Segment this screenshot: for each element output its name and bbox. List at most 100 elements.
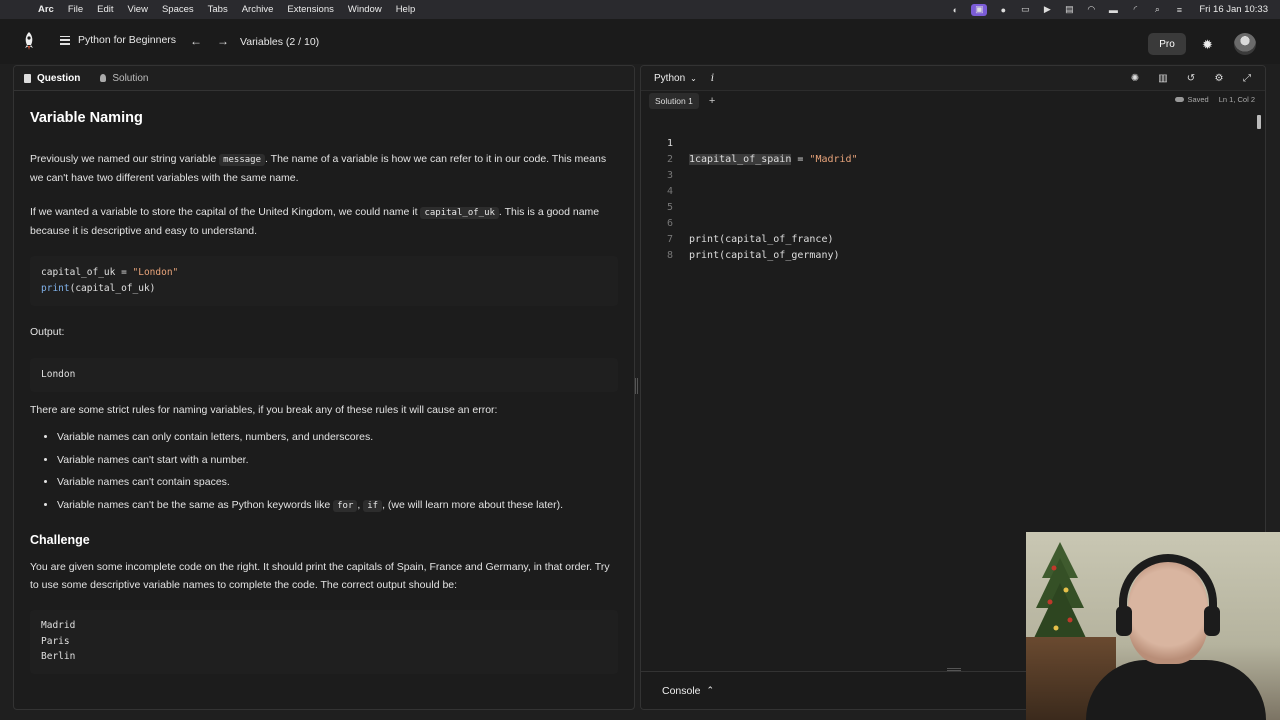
- rules-intro: There are some strict rules for naming v…: [30, 404, 498, 416]
- course-menu-button[interactable]: Python for Beginners: [60, 34, 176, 46]
- cursor-position: Ln 1, Col 2: [1218, 95, 1255, 104]
- list-item: Variable names can't start with a number…: [57, 449, 618, 472]
- lesson-panel: Question Solution Variable Naming Previo…: [13, 65, 635, 710]
- editor-tools: ✺ ▥ ↺ ⚙ ⤢: [1129, 72, 1253, 84]
- headphones-icon[interactable]: ◠: [1085, 4, 1097, 16]
- code-line: 4: [666, 186, 673, 197]
- debug-bug-icon[interactable]: ✺: [1129, 72, 1141, 84]
- lesson-heading: Variable Naming: [30, 110, 143, 126]
- list-item: Variable names can't contain spaces.: [57, 471, 618, 494]
- code-line-text[interactable]: 1capital_of_spain = "Madrid": [689, 152, 858, 168]
- document-icon: [24, 73, 31, 83]
- lesson-tabs: Question Solution: [14, 66, 634, 91]
- inline-code-if: if: [363, 499, 383, 512]
- menu-help[interactable]: Help: [396, 4, 416, 15]
- screen-record-icon[interactable]: ▣: [971, 3, 988, 16]
- tab-solution[interactable]: Solution: [100, 73, 148, 84]
- language-label: Python: [654, 72, 686, 84]
- cloud-icon: [1175, 97, 1185, 102]
- camera-icon[interactable]: ▭: [1019, 4, 1031, 16]
- headset-earcup-image: [1116, 606, 1132, 636]
- headset-image: [1119, 554, 1217, 634]
- chevron-down-icon: ⌄: [690, 73, 697, 83]
- pro-badge[interactable]: Pro: [1148, 33, 1186, 55]
- challenge-text: You are given some incomplete code on th…: [30, 561, 610, 591]
- webcam-overlay: [1026, 532, 1280, 720]
- trash-icon[interactable]: ▥: [1157, 72, 1169, 84]
- reset-icon[interactable]: ↺: [1185, 72, 1197, 84]
- menu-tabs[interactable]: Tabs: [208, 4, 228, 15]
- paragraph-example: If we wanted a variable to store the cap…: [30, 206, 600, 237]
- sync-icon[interactable]: ◐: [949, 4, 961, 16]
- tab-solution-label: Solution: [112, 72, 149, 84]
- editor-toolbar: Python ⌄ i ✺ ▥ ↺ ⚙ ⤢: [641, 66, 1265, 91]
- christmas-tree-image: [1034, 542, 1086, 638]
- info-icon[interactable]: i: [711, 73, 714, 84]
- control-center-icon[interactable]: ≡: [1173, 4, 1185, 16]
- console-label: Console: [662, 684, 701, 697]
- expected-output-block: Madrid Paris Berlin: [30, 610, 618, 674]
- file-tabs: Solution 1 + Saved Ln 1, Col 2: [641, 91, 1265, 111]
- tab-question[interactable]: Question: [24, 73, 80, 84]
- code-line: 3: [666, 170, 673, 181]
- editor-scrollbar[interactable]: [1257, 115, 1261, 129]
- menu-view[interactable]: View: [128, 4, 148, 15]
- settings-gear-icon[interactable]: ⚙: [1213, 72, 1225, 84]
- menu-archive[interactable]: Archive: [242, 4, 274, 15]
- inline-code-message: message: [219, 154, 266, 166]
- app-header: Python for Beginners ← → Variables (2 / …: [0, 19, 1280, 64]
- display-icon[interactable]: ▤: [1063, 4, 1075, 16]
- menubar-clock[interactable]: Fri 16 Jan 10:33: [1199, 4, 1268, 15]
- list-item: Variable names can't be the same as Pyth…: [57, 494, 618, 517]
- code-line: 7 print(capital_of_germany): [666, 234, 840, 261]
- saved-indicator: Saved: [1175, 95, 1209, 104]
- menu-app-name[interactable]: Arc: [38, 4, 54, 15]
- wifi-icon[interactable]: ◜: [1129, 4, 1141, 16]
- tab-question-label: Question: [37, 72, 81, 84]
- lesson-progress-title[interactable]: Variables (2 / 10): [240, 36, 319, 48]
- search-icon[interactable]: ⌕: [1151, 4, 1163, 16]
- code-line: 8: [666, 250, 673, 261]
- language-select[interactable]: Python ⌄: [654, 73, 697, 84]
- menu-extensions[interactable]: Extensions: [287, 4, 333, 15]
- lightbulb-icon: [100, 74, 107, 82]
- code-line: 1 1capital_of_spain = "Madrid": [641, 120, 858, 165]
- chevron-up-icon: ⌃: [706, 685, 715, 695]
- course-title: Python for Beginners: [78, 34, 177, 46]
- menu-edit[interactable]: Edit: [97, 4, 113, 15]
- play-icon[interactable]: ▶: [1041, 4, 1053, 16]
- add-tab-icon[interactable]: +: [709, 95, 715, 107]
- split-resize-handle[interactable]: [635, 378, 638, 394]
- macos-menubar: Arc File Edit View Spaces Tabs Archive E…: [0, 0, 1280, 19]
- record-icon[interactable]: ●: [997, 4, 1009, 16]
- paragraph-intro: Previously we named our string variable …: [30, 153, 607, 184]
- output-label: Output:: [30, 326, 65, 338]
- menu-file[interactable]: File: [68, 4, 83, 15]
- example-code-block: capital_of_uk = "London" print(capital_o…: [30, 256, 618, 306]
- code-line: 5: [666, 202, 673, 213]
- theme-toggle-icon[interactable]: ✹: [1202, 37, 1213, 53]
- headset-earcup-image: [1204, 606, 1220, 636]
- rocket-logo-icon[interactable]: [20, 31, 38, 51]
- list-item: Variable names can only contain letters,…: [57, 426, 618, 449]
- challenge-heading: Challenge: [30, 533, 90, 547]
- user-avatar[interactable]: [1234, 33, 1256, 55]
- tab-solution-1[interactable]: Solution 1: [649, 93, 699, 109]
- inline-code-for: for: [333, 499, 358, 512]
- next-arrow-icon[interactable]: →: [217, 34, 229, 48]
- code-line: 6 print(capital_of_france): [666, 218, 834, 245]
- menu-spaces[interactable]: Spaces: [162, 4, 194, 15]
- rules-list: Variable names can only contain letters,…: [30, 426, 618, 516]
- lesson-content: Variable Naming Previously we named our …: [14, 110, 634, 674]
- inline-code-capital-of-uk: capital_of_uk: [420, 207, 499, 219]
- output-code-block: London: [30, 358, 618, 392]
- menu-window[interactable]: Window: [348, 4, 382, 15]
- save-status: Saved Ln 1, Col 2: [1175, 95, 1255, 104]
- status-tray: ◐ ▣ ● ▭ ▶ ▤ ◠ ▬ ◜ ⌕ ≡ Fri 16 Jan 10:33: [949, 0, 1268, 19]
- previous-arrow-icon[interactable]: ←: [190, 34, 202, 48]
- code-line: 2: [666, 154, 673, 165]
- fullscreen-icon[interactable]: ⤢: [1241, 72, 1253, 84]
- menu-icon: [60, 35, 70, 45]
- person-body-image: [1086, 660, 1266, 720]
- battery-icon[interactable]: ▬: [1107, 4, 1119, 16]
